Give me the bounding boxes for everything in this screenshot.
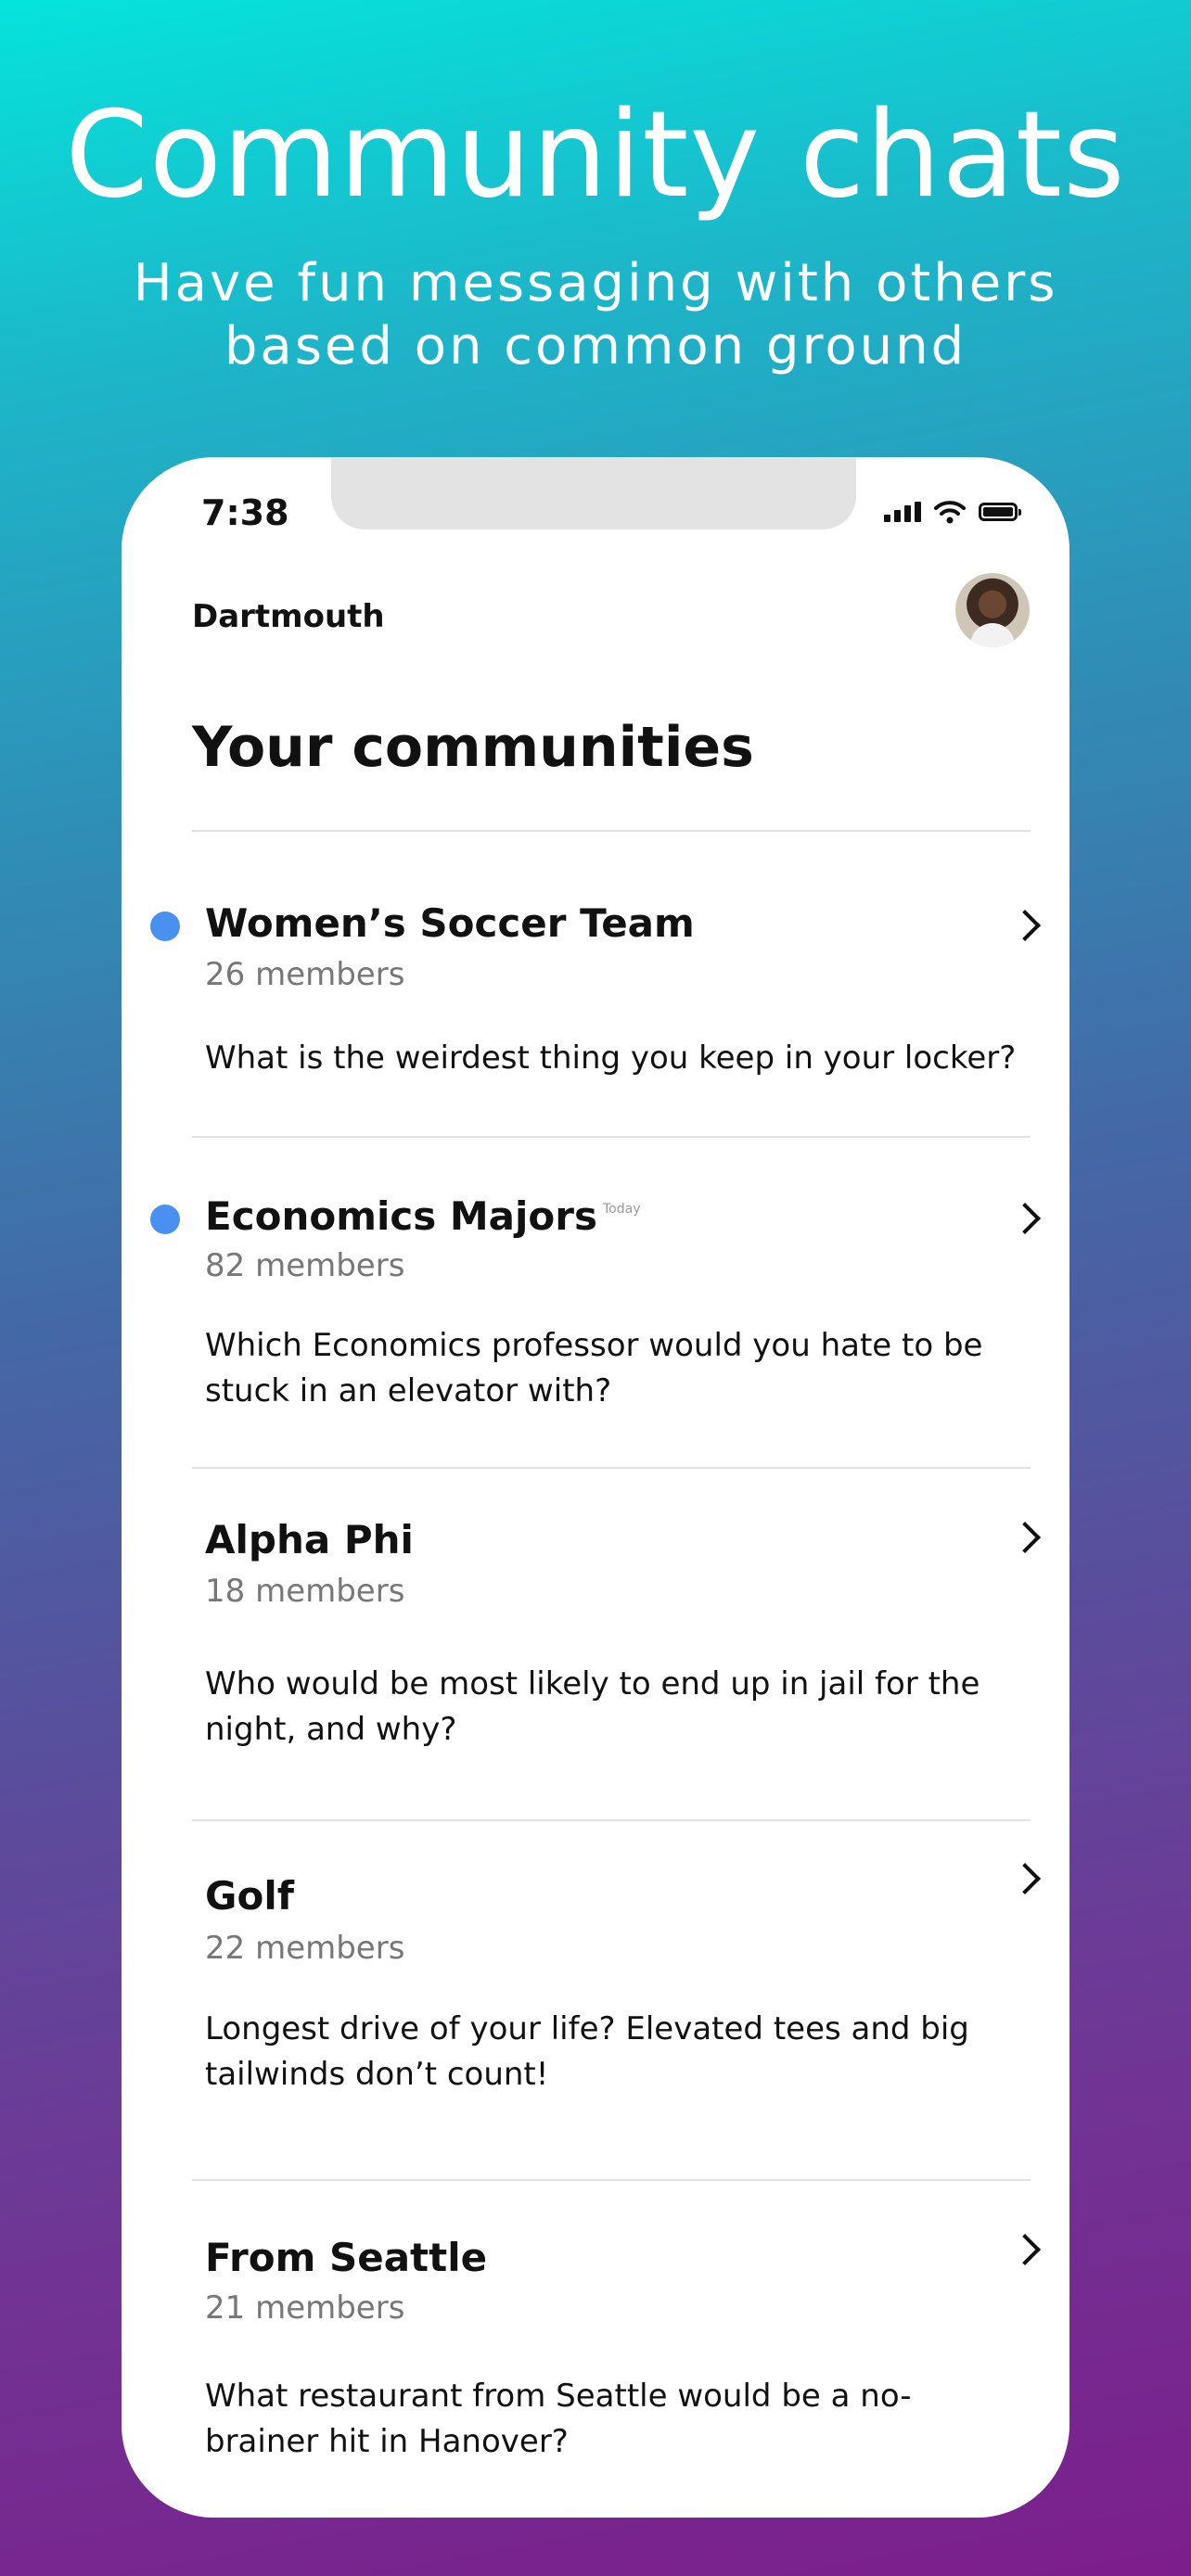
chevron-right-icon[interactable] bbox=[1009, 2234, 1041, 2265]
community-item-womens-soccer-team[interactable]: Women’s Soccer Team 26 members What is t… bbox=[122, 832, 1069, 1129]
community-name: Golf bbox=[205, 1873, 294, 1919]
community-item-economics-majors[interactable]: Economics Majors Today 82 members Which E… bbox=[122, 1138, 1069, 1467]
community-name-text: Economics Majors bbox=[205, 1193, 597, 1239]
phone-frame: 7:38 Dartmouth Your communities Women’s … bbox=[122, 457, 1069, 2518]
timestamp-label: Today bbox=[602, 1202, 641, 1217]
community-name: Alpha Phi bbox=[205, 1517, 414, 1562]
organization-name[interactable]: Dartmouth bbox=[192, 598, 385, 635]
status-icons bbox=[884, 500, 1021, 524]
hero-subtitle-line-2: based on common ground bbox=[224, 316, 967, 376]
community-members: 82 members bbox=[205, 1247, 405, 1284]
phone-notch bbox=[331, 457, 856, 529]
hero-title: Community chats bbox=[65, 86, 1126, 224]
hero-subtitle: Have fun messaging with others based on … bbox=[0, 252, 1191, 378]
community-prompt: What is the weirdest thing you keep in y… bbox=[205, 1039, 1017, 1077]
community-item-alpha-phi[interactable]: Alpha Phi 18 members Who would be most l… bbox=[122, 1469, 1069, 1819]
unread-indicator bbox=[150, 912, 180, 941]
chevron-right-icon[interactable] bbox=[1009, 1522, 1041, 1553]
unread-indicator bbox=[150, 1205, 180, 1234]
community-prompt: Who would be most likely to end up in ja… bbox=[205, 1665, 980, 1748]
community-name: From Seattle bbox=[205, 2235, 488, 2280]
chevron-right-icon[interactable] bbox=[1009, 1203, 1041, 1234]
community-members: 21 members bbox=[205, 2289, 405, 2327]
chevron-right-icon[interactable] bbox=[1009, 910, 1041, 941]
community-members: 26 members bbox=[205, 956, 405, 993]
user-avatar[interactable] bbox=[955, 573, 1030, 647]
wifi-icon bbox=[934, 501, 966, 524]
community-members: 22 members bbox=[205, 1930, 405, 1967]
battery-icon bbox=[979, 503, 1021, 521]
community-prompt: What restaurant from Seattle would be a … bbox=[205, 2378, 912, 2460]
status-time: 7:38 bbox=[201, 492, 289, 533]
community-members: 18 members bbox=[205, 1573, 405, 1610]
community-prompt: Longest drive of your life? Elevated tee… bbox=[205, 2010, 969, 2093]
community-name: Economics Majors Today bbox=[205, 1193, 640, 1239]
hero-subtitle-line-1: Have fun messaging with others bbox=[133, 253, 1058, 313]
community-item-from-seattle[interactable]: From Seattle 21 members What restaurant … bbox=[122, 2181, 1069, 2518]
chevron-right-icon[interactable] bbox=[1009, 1863, 1041, 1894]
community-prompt: Which Economics professor would you hate… bbox=[205, 1327, 983, 1409]
signal-icon bbox=[884, 502, 921, 522]
page-title: Your communities bbox=[192, 715, 754, 780]
community-item-golf[interactable]: Golf 22 members Longest drive of your li… bbox=[122, 1821, 1069, 2179]
community-name: Women’s Soccer Team bbox=[205, 900, 695, 946]
